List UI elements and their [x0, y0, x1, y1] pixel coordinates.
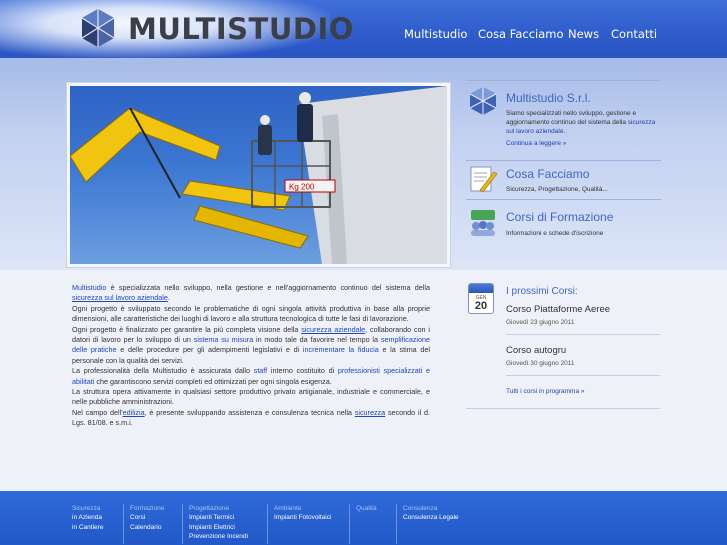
course-item-name[interactable]: Corso Piattaforme Aeree — [506, 304, 610, 315]
inline-link[interactable]: edilizia — [123, 408, 145, 417]
hero-photo: Kg 200 — [70, 86, 447, 264]
divider — [466, 408, 660, 409]
inline-link[interactable]: sicurezza — [355, 408, 385, 417]
footer-heading[interactable]: Qualità — [356, 504, 377, 513]
document-pen-icon — [470, 166, 498, 193]
sidebar-item-multistudio[interactable]: Multistudio S.r.l. Siamo specializzati n… — [466, 80, 661, 160]
footer-link[interactable]: Corsi — [130, 513, 164, 523]
footer-heading[interactable]: Formazione — [130, 504, 164, 513]
footer-heading[interactable]: Sicurezza — [72, 504, 103, 513]
footer-link[interactable]: in Cantiere — [72, 523, 103, 533]
footer-link[interactable]: Prevenzione Incendi — [189, 532, 248, 542]
footer-column: Progettazione Impianti Termici Impianti El… — [182, 504, 248, 544]
nav-news[interactable]: News — [568, 27, 599, 41]
sidebar-item-cosa-facciamo[interactable]: Cosa Facciamo Sicurezza, Progettazione, … — [466, 160, 661, 198]
intro-paragraph: La struttura opera attivamente in qualsi… — [72, 387, 430, 407]
intro-paragraph: La professionalità della Multistudio è a… — [72, 366, 430, 386]
inline-link[interactable]: Multistudio — [72, 283, 106, 292]
footer-heading[interactable]: Ambiente — [274, 504, 331, 513]
footer-heading[interactable]: Consulenza — [403, 504, 459, 513]
course-item-name[interactable]: Corso autogru — [506, 345, 566, 356]
site-header: MULTISTUDIO Multistudio Cosa Facciamo Ne… — [0, 0, 727, 58]
intro-text: Multistudio è specializzata nello svilup… — [72, 283, 430, 429]
courses-title: I prossimi Corsi: — [506, 286, 578, 297]
nav-cosa-facciamo[interactable]: Cosa Facciamo — [478, 27, 564, 41]
footer-column: Consulenza Consulenza Legale — [396, 504, 459, 544]
all-courses-link[interactable]: Tutti i corsi in programma » — [506, 388, 585, 395]
footer-link[interactable]: Calendario — [130, 523, 164, 533]
sidebar-text-cosa-facciamo: Sicurezza, Progettazione, Qualità... — [506, 186, 608, 193]
inline-link[interactable]: incrementare la fiducia — [303, 345, 379, 354]
nav-contatti[interactable]: Contatti — [611, 27, 657, 41]
cube-logo-icon — [469, 87, 497, 115]
intro-paragraph: Ogni progetto è finalizzato per garantir… — [72, 324, 431, 365]
footer-column: Qualità — [349, 504, 377, 544]
intro-paragraph: Nel campo dell'edilizia, è presente svil… — [72, 407, 431, 428]
course-item-date: Giovedì 23 giugno 2011 — [506, 319, 575, 326]
footer-column: Formazione Corsi Calendario — [123, 504, 164, 544]
footer-heading[interactable]: Progettazione — [189, 504, 248, 513]
sidebar-text-multistudio: Siamo specializzati nello sviluppo, gest… — [506, 110, 656, 135]
sidebar-text-corsi: Informazioni e schede d'iscrizione — [506, 230, 604, 237]
footer-link[interactable]: Consulenza Legale — [403, 513, 459, 523]
footer-link[interactable]: in Azienda — [72, 513, 103, 523]
intro-paragraph: Ogni progetto è sviluppato secondo le pr… — [72, 303, 430, 324]
footer-link[interactable]: Impianti Fotovoltaici — [274, 513, 331, 523]
footer-column: Sicurezza in Azienda in Cantiere — [72, 504, 103, 544]
inline-link[interactable]: staff — [254, 366, 267, 375]
photo-sign: Kg 200 — [289, 183, 315, 192]
inline-link[interactable]: sistema su misura — [194, 335, 254, 344]
intro-paragraph: Multistudio è specializzata nello svilup… — [72, 283, 430, 303]
footer-link[interactable]: Impianti Elettrici — [189, 523, 248, 533]
hero-photo-frame: Kg 200 — [66, 82, 451, 268]
sidebar-title-multistudio[interactable]: Multistudio S.r.l. — [506, 91, 591, 105]
sidebar-item-corsi[interactable]: Corsi di Formazione Informazioni e sched… — [466, 199, 661, 241]
course-item-date: Giovedì 30 giugno 2011 — [506, 360, 575, 367]
main-nav: Multistudio Cosa Facciamo News Contatti — [0, 27, 727, 41]
nav-multistudio[interactable]: Multistudio — [404, 27, 467, 41]
inline-link[interactable]: sicurezza sul lavoro aziendale — [72, 293, 168, 302]
inline-link[interactable]: sicurezza aziendale — [301, 325, 365, 334]
continua-a-leggere-link[interactable]: Continua a leggere » — [506, 140, 566, 147]
site-footer: Sicurezza in Azienda in Cantiere Formazione… — [0, 491, 727, 545]
sidebar-title-cosa-facciamo[interactable]: Cosa Facciamo — [506, 167, 589, 181]
footer-link[interactable]: Impianti Termici — [189, 513, 248, 523]
people-group-icon — [471, 210, 495, 236]
calendar-icon: GEN 20 — [468, 283, 494, 314]
divider — [506, 334, 660, 335]
sidebar-title-corsi[interactable]: Corsi di Formazione — [506, 210, 613, 224]
footer-column: Ambiente Impianti Fotovoltaici — [267, 504, 331, 544]
divider — [506, 375, 660, 376]
